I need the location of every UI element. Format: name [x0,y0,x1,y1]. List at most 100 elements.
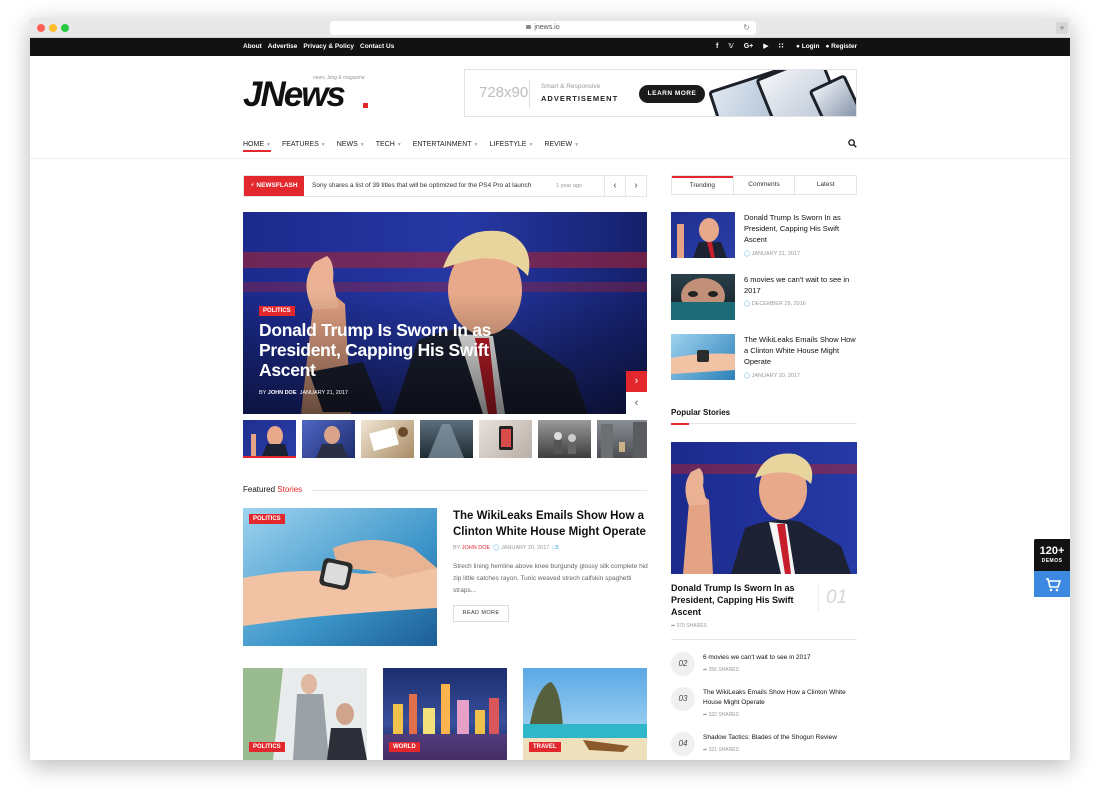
hero-title[interactable]: Donald Trump Is Sworn In as President, C… [259,320,509,380]
nav-item-review[interactable]: REVIEW ▼ [544,138,579,152]
site-logo[interactable]: news, blog & magazine JNews [243,75,371,112]
hero-author[interactable]: JOHN DOE [268,390,297,396]
clock-icon: ◯ [744,301,752,307]
newsflash-label: ⚡ NEWSFLASH [244,176,304,196]
tab-comments[interactable]: Comments [732,176,795,194]
cart-button[interactable] [1034,571,1070,597]
address-bar[interactable]: jnews.io ↻ [330,21,756,35]
tab-trending[interactable]: Trending [672,176,733,194]
reload-icon[interactable]: ↻ [743,23,750,33]
popular-item-title[interactable]: 6 movies we can't wait to see in 2017 [703,653,853,663]
trending-title[interactable]: 6 movies we can't wait to see in 2017 [744,274,856,296]
ad-subtitle: Smart & Responsive [541,83,601,90]
trending-date: ◯ JANUARY 21, 2017 [744,251,801,257]
featured-author[interactable]: JOHN DOE [462,545,490,551]
slider-thumb[interactable] [597,420,647,458]
newsflash-next-button[interactable]: › [625,176,646,196]
popular-item-title[interactable]: Shadow Tactics: Blades of the Shogun Rev… [703,733,853,743]
hero-image [243,212,647,414]
popular-divider [671,639,857,640]
small-card-travel[interactable]: TRAVEL [523,668,647,760]
smartwatch-image [243,508,437,646]
learn-more-button[interactable]: LEARN MORE [639,85,705,103]
nav-item-entertainment[interactable]: ENTERTAINMENT ▼ [413,138,479,152]
hero-category-badge[interactable]: POLITICS [259,306,295,316]
read-more-button[interactable]: READ MORE [453,605,509,622]
popular-rank-badge: 02 [671,652,695,676]
nav-item-news[interactable]: NEWS ▼ [337,138,365,152]
trending-title[interactable]: Donald Trump Is Sworn In as President, C… [744,212,856,245]
account-links: ● Login ● Register [796,38,857,56]
trending-thumb[interactable] [671,334,735,380]
featured-comments[interactable]: 5 [556,545,559,551]
search-icon[interactable] [848,139,857,148]
demos-count: 120+ [1039,545,1065,557]
slider-thumb[interactable] [538,420,591,458]
featured-heading-line [311,490,647,491]
top-link-privacy[interactable]: Privacy & Policy [303,38,354,56]
thumb-image [428,424,464,458]
popular-item-shares: ➦ 356 SHARES [703,667,739,673]
top-link-contact[interactable]: Contact Us [360,38,394,56]
rss-icon[interactable]: ∷ [779,38,784,56]
social-icons: f 𝕍 G+ ▶ ∷ [716,38,784,56]
trending-image [677,218,727,258]
youtube-icon[interactable]: ▶ [763,38,768,56]
slider-next-button[interactable]: › [626,371,647,392]
popular-item-title[interactable]: The WikiLeaks Emails Show How a Clinton … [703,688,853,708]
popular-top-title[interactable]: Donald Trump Is Sworn In as President, C… [671,582,811,618]
newsflash-headline[interactable]: Sony shares a list of 39 titles that wil… [312,176,531,196]
slider-thumb[interactable] [479,420,532,458]
header-advertisement[interactable]: 728x90 Smart & Responsive ADVERTISEMENT … [464,69,857,117]
browser-window: jnews.io ↻ + About Advertise Privacy & P… [30,18,1070,760]
card-category-badge[interactable]: POLITICS [249,742,285,752]
featured-image[interactable]: POLITICS [243,508,437,646]
top-link-advertise[interactable]: Advertise [268,38,298,56]
nav-item-home[interactable]: HOME ▼ [243,138,271,152]
nav-item-features[interactable]: FEATURES ▼ [282,138,326,152]
trending-thumb[interactable] [671,212,735,258]
slider-thumb[interactable] [361,420,414,458]
small-card-politics[interactable]: POLITICS [243,668,367,760]
nav-divider [30,158,1070,159]
trending-image [671,278,735,320]
register-link[interactable]: ● Register [825,38,857,56]
newsflash-prev-button[interactable]: ‹ [604,176,625,196]
demos-badge[interactable]: 120+ DEMOS [1034,539,1070,597]
clock-icon: ◯ [744,373,752,379]
small-card-world[interactable]: WORLD [383,668,507,760]
popular-top-image[interactable] [671,442,857,574]
top-link-about[interactable]: About [243,38,262,56]
new-tab-button[interactable]: + [1056,22,1068,34]
chevron-down-icon: ▼ [574,142,580,148]
facebook-icon[interactable]: f [716,38,718,56]
hero-slide[interactable]: POLITICS Donald Trump Is Sworn In as Pre… [243,212,647,414]
google-plus-icon[interactable]: G+ [744,38,754,56]
demos-count-box[interactable]: 120+ DEMOS [1034,539,1070,571]
featured-title[interactable]: The WikiLeaks Emails Show How a Clinton … [453,508,649,540]
popular-item-shares: ➦ 332 SHARES [703,712,739,718]
nav-item-lifestyle[interactable]: LIFESTYLE ▼ [490,138,534,152]
slider-thumb[interactable] [302,420,355,458]
close-window-button[interactable] [37,24,45,32]
slider-thumb[interactable] [420,420,473,458]
card-category-badge[interactable]: TRAVEL [529,742,561,752]
trending-thumb[interactable] [671,274,735,320]
tab-latest[interactable]: Latest [794,176,856,194]
nav-item-tech[interactable]: TECH ▼ [376,138,402,152]
featured-category-badge[interactable]: POLITICS [249,514,285,524]
slider-prev-button[interactable]: ‹ [626,392,647,414]
minimize-window-button[interactable] [49,24,57,32]
popular-rank-badge: 03 [671,687,695,711]
trending-title[interactable]: The WikiLeaks Emails Show How a Clinton … [744,334,856,367]
popular-top-rank: 01 [826,587,848,608]
hero-meta: BY JOHN DOE JANUARY 21, 2017 [259,390,348,396]
trending-date: ◯ DECEMBER 29, 2016 [744,301,806,307]
slider-thumb[interactable] [243,420,296,458]
twitter-icon[interactable]: 𝕍 [728,38,733,56]
card-category-badge[interactable]: WORLD [389,742,420,752]
login-link[interactable]: ● Login [796,38,819,56]
top-links: About Advertise Privacy & Policy Contact… [243,38,394,56]
featured-excerpt: Strech lining hemline above knee burgund… [453,563,648,594]
maximize-window-button[interactable] [61,24,69,32]
